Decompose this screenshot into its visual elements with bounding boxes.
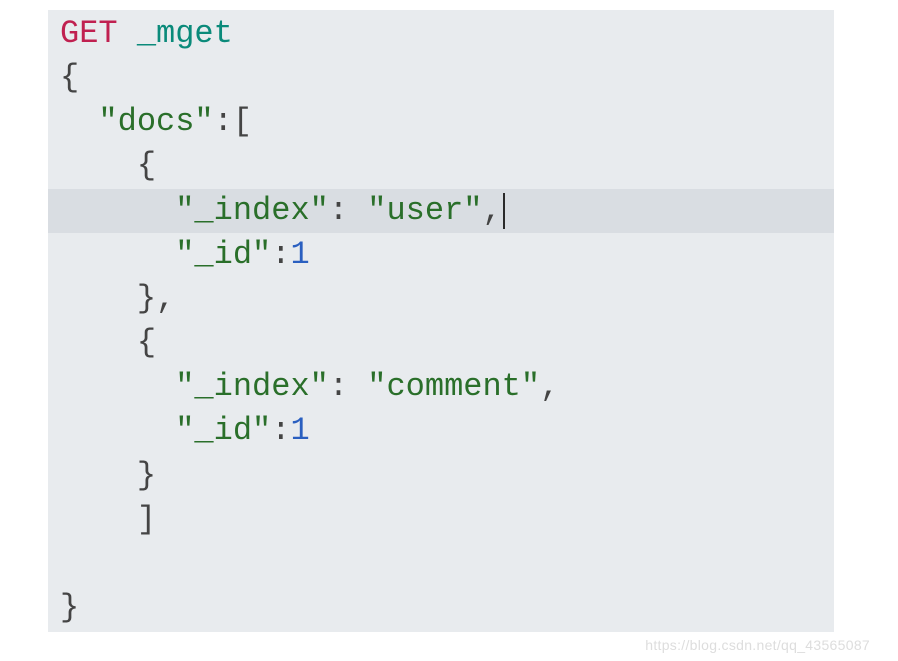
comma: , [540,368,559,405]
brace-close: } [137,457,156,494]
brace-open: { [60,59,79,96]
code-line: { [48,321,834,365]
bracket-open: [ [233,103,252,140]
text-caret [503,193,505,228]
colon: : [271,236,290,273]
code-line: "docs":[ [48,100,834,144]
json-number: 1 [290,412,309,449]
colon: : [271,412,290,449]
code-line: "_id":1 [48,233,834,277]
watermark: https://blog.csdn.net/qq_43565087 [645,636,870,655]
brace-close: } [60,589,79,626]
json-key: "_index" [175,192,329,229]
code-line: ] [48,498,834,542]
brace-open: { [137,324,156,361]
code-line: { [48,144,834,188]
colon: : [214,103,233,140]
http-method: GET [60,15,118,52]
code-line: "_id":1 [48,409,834,453]
json-string: "comment" [367,368,540,405]
json-key: "_index" [175,368,329,405]
json-key: "_id" [175,236,271,273]
json-number: 1 [290,236,309,273]
code-editor[interactable]: GET _mget { "docs":[ { "_index": "user",… [48,10,834,632]
code-line: } [48,586,834,630]
json-key: "docs" [98,103,213,140]
code-line: } [48,454,834,498]
endpoint: _mget [137,15,233,52]
code-line: }, [48,277,834,321]
code-line: "_index": "comment", [48,365,834,409]
json-string: "user" [367,192,482,229]
comma: , [482,192,501,229]
colon: : [329,368,348,405]
comma: , [156,280,175,317]
json-key: "_id" [175,412,271,449]
code-line: { [48,56,834,100]
code-line-active: "_index": "user", [48,189,834,233]
bracket-close: ] [137,501,156,538]
colon: : [329,192,348,229]
brace-close: } [137,280,156,317]
brace-open: { [137,147,156,184]
code-line [48,542,834,586]
code-line: GET _mget [48,12,834,56]
